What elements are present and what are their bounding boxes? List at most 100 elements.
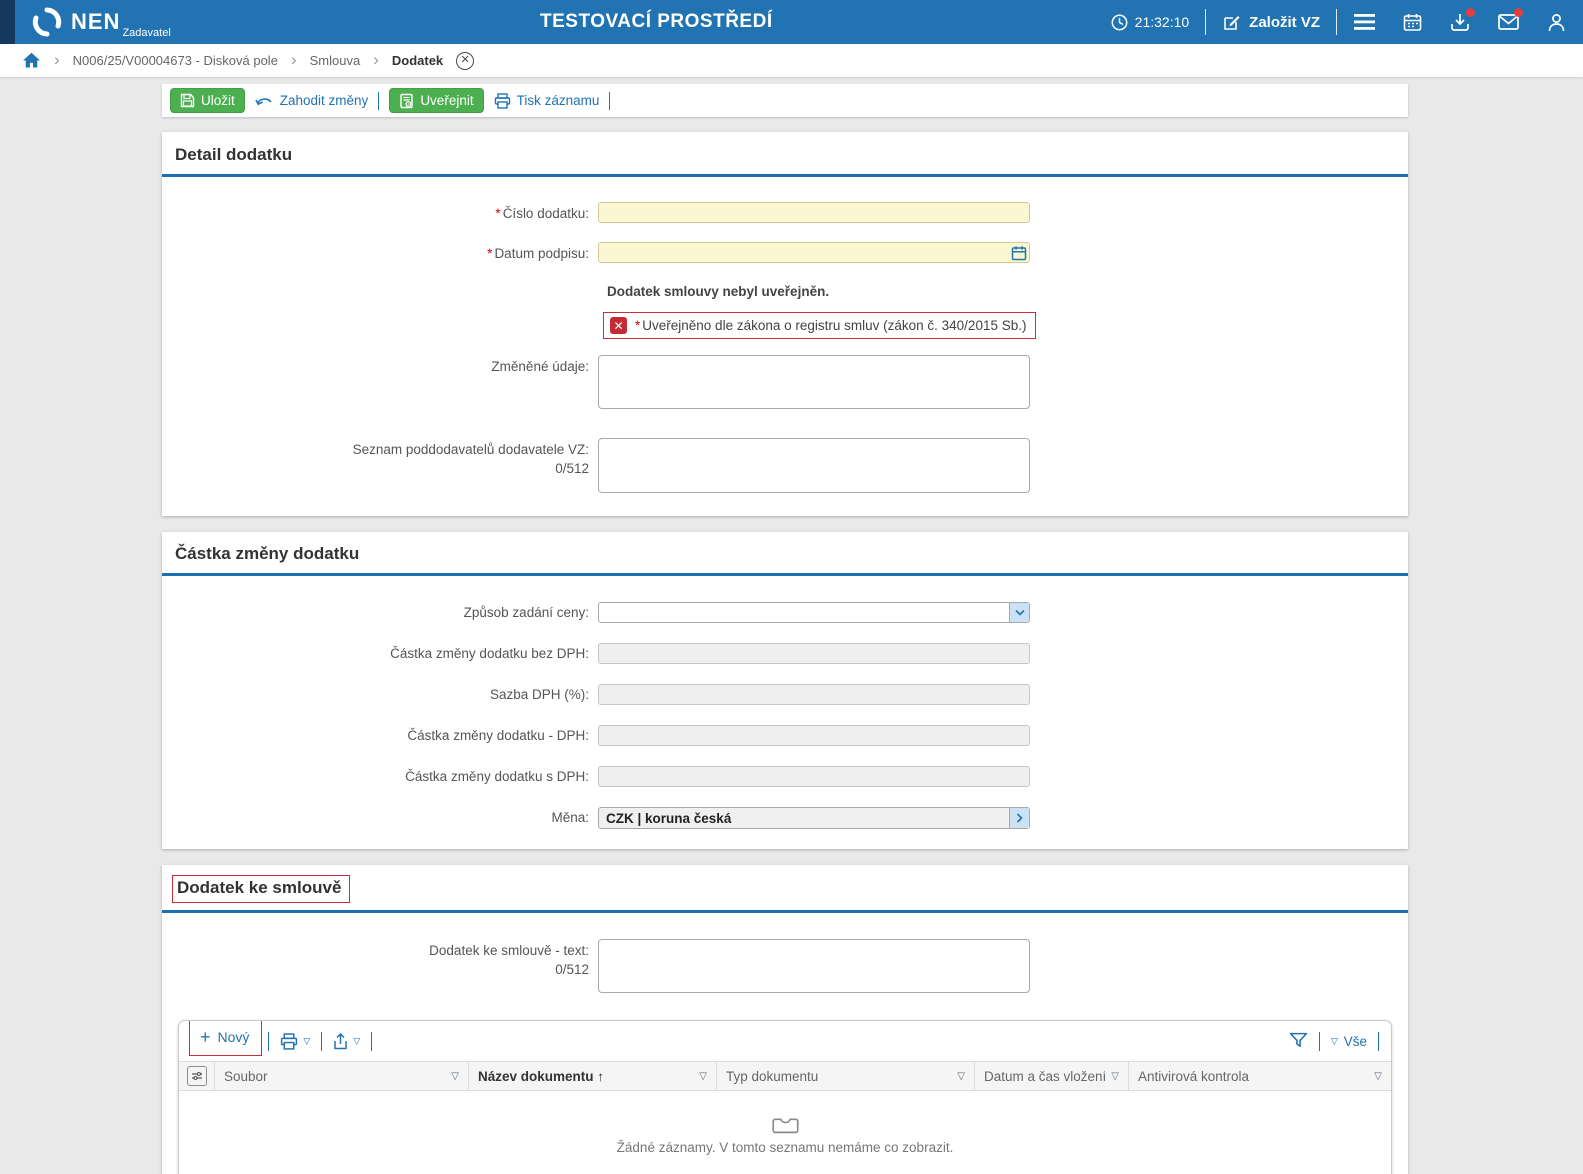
- datum-podpisu-input[interactable]: [598, 242, 1030, 263]
- empty-state: Žádné záznamy. V tomto seznamu nemáme co…: [179, 1091, 1391, 1174]
- error-text: *Uveřejněno dle zákona o registru smluv …: [635, 318, 1026, 333]
- mena-label: Měna:: [162, 809, 598, 827]
- toolbar-divider: [378, 92, 379, 110]
- dropdown-triangle-icon: ▽: [353, 1036, 360, 1047]
- logo-subtext: Zadavatel: [122, 27, 170, 39]
- column-header-typ-dokumentu[interactable]: Typ dokumentu ▽: [717, 1062, 975, 1090]
- dodatek-text-counter: 0/512: [162, 961, 589, 979]
- session-time: 21:32:10: [1135, 14, 1190, 30]
- column-settings-button[interactable]: [179, 1062, 215, 1090]
- toolbar-divider: [609, 92, 610, 110]
- toolbar-divider: [371, 1032, 372, 1051]
- publish-button[interactable]: Uveřejnit: [389, 88, 483, 113]
- logo-text: NEN: [71, 11, 120, 33]
- column-filter-icon[interactable]: ▽: [1111, 1071, 1119, 1082]
- environment-title: TESTOVACÍ PROSTŘEDÍ: [540, 11, 773, 33]
- dodatek-text-label: Dodatek ke smlouvě - text: 0/512: [162, 939, 598, 978]
- dodatek-ke-smlouve-panel: Dodatek ke smlouvě Dodatek ke smlouvě - …: [162, 865, 1408, 1174]
- table-header: Soubor ▽ Název dokumentu ↑ ▽ Typ dokumen…: [179, 1061, 1391, 1091]
- export-grid-button[interactable]: ▽: [333, 1033, 360, 1050]
- bez-dph-input: [598, 643, 1030, 664]
- column-header-soubor[interactable]: Soubor ▽: [215, 1062, 469, 1090]
- printer-icon: [494, 93, 511, 109]
- section-rule: [162, 573, 1408, 576]
- required-marker: *: [495, 206, 500, 221]
- detail-dodatku-panel: Detail dodatku *Číslo dodatku: *Datum po…: [162, 132, 1408, 516]
- mena-field[interactable]: CZK | koruna česká: [598, 807, 1030, 829]
- publish-label: Uveřejnit: [420, 93, 473, 108]
- publish-icon: [399, 93, 414, 109]
- page: NEN Zadavatel TESTOVACÍ PROSTŘEDÍ 21:32:…: [0, 0, 1583, 1174]
- attachment-section-title: Dodatek ke smlouvě: [177, 878, 341, 898]
- downloads-icon[interactable]: [1449, 11, 1471, 33]
- bez-dph-label: Částka změny dodatku bez DPH:: [162, 645, 598, 663]
- column-filter-icon[interactable]: ▽: [699, 1071, 707, 1082]
- column-header-nazev-dokumentu[interactable]: Název dokumentu ↑ ▽: [469, 1062, 717, 1090]
- toolbar-divider: [1319, 1032, 1320, 1051]
- breadcrumb: › N006/25/V00004673 - Disková pole › Sml…: [0, 44, 1583, 77]
- user-icon[interactable]: [1545, 11, 1567, 33]
- registry-validation-error: ✕ *Uveřejněno dle zákona o registru smlu…: [603, 312, 1036, 339]
- session-clock: 21:32:10: [1111, 14, 1190, 31]
- dropdown-triangle-icon: ▽: [303, 1036, 310, 1047]
- mail-icon[interactable]: [1497, 11, 1519, 33]
- nen-logo-icon: [31, 6, 63, 38]
- home-icon[interactable]: [22, 52, 41, 69]
- grid-toolbar: + Nový ▽: [179, 1021, 1391, 1061]
- cislo-dodatku-input[interactable]: [598, 202, 1030, 223]
- not-published-note: Dodatek smlouvy nebyl uveřejněn.: [607, 284, 1408, 299]
- create-vz-button[interactable]: Založit VZ: [1222, 13, 1320, 32]
- column-filter-icon[interactable]: ▽: [1374, 1071, 1382, 1082]
- export-icon: [333, 1033, 348, 1050]
- close-tab-icon[interactable]: ✕: [456, 52, 474, 70]
- filter-icon[interactable]: [1289, 1032, 1308, 1050]
- compose-icon: [1222, 13, 1241, 32]
- column-header-datum-vlozeni[interactable]: Datum a čas vložení ▽: [975, 1062, 1129, 1090]
- column-header-antivirova-kontrola[interactable]: Antivirová kontrola ▽: [1129, 1062, 1391, 1090]
- mena-value: CZK | koruna česká: [606, 811, 731, 826]
- new-document-label: Nový: [218, 1029, 250, 1045]
- undo-icon: [255, 94, 274, 108]
- calendar-icon[interactable]: [1401, 11, 1423, 33]
- amount-section-title: Částka změny dodatku: [162, 532, 1408, 573]
- discard-changes-button[interactable]: Zahodit změny: [255, 93, 369, 108]
- menu-icon[interactable]: [1353, 11, 1375, 33]
- sazba-dph-input: [598, 684, 1030, 705]
- breadcrumb-item-smlouva[interactable]: Smlouva: [310, 53, 361, 68]
- required-marker: *: [487, 246, 492, 261]
- create-vz-label: Založit VZ: [1249, 14, 1320, 31]
- printer-icon: [280, 1033, 298, 1050]
- breadcrumb-item-vz[interactable]: N006/25/V00004673 - Disková pole: [73, 53, 278, 68]
- seznam-poddodavatelu-textarea[interactable]: [598, 438, 1030, 493]
- new-document-button[interactable]: + Nový: [200, 1028, 249, 1046]
- zpusob-zadani-ceny-select[interactable]: [598, 602, 1030, 623]
- section-rule: [162, 174, 1408, 177]
- save-label: Uložit: [201, 93, 235, 108]
- header-divider: [1336, 9, 1337, 35]
- column-filter-icon[interactable]: ▽: [451, 1071, 459, 1082]
- zmenene-udaje-textarea[interactable]: [598, 355, 1030, 409]
- zmenene-udaje-label: Změněné údaje:: [162, 355, 598, 376]
- nen-logo[interactable]: NEN Zadavatel: [31, 6, 171, 38]
- downloads-badge: [1466, 8, 1475, 17]
- breadcrumb-separator: ›: [291, 51, 297, 68]
- column-settings-icon: [187, 1066, 207, 1086]
- chevron-down-icon[interactable]: [1009, 603, 1029, 622]
- toolbar-divider: [268, 1032, 269, 1051]
- plus-icon: +: [200, 1028, 211, 1046]
- date-picker-icon[interactable]: [1011, 245, 1027, 261]
- dodatek-text-textarea[interactable]: [598, 939, 1030, 993]
- seznam-poddodavatelu-label: Seznam poddodavatelů dodavatele VZ: 0/51…: [162, 438, 598, 477]
- empty-state-text: Žádné záznamy. V tomto seznamu nemáme co…: [617, 1140, 954, 1155]
- print-record-button[interactable]: Tisk záznamu: [494, 93, 600, 109]
- documents-grid: + Nový ▽: [178, 1020, 1392, 1174]
- chevron-right-icon[interactable]: [1009, 808, 1029, 828]
- header-divider: [1205, 9, 1206, 35]
- clock-icon: [1111, 14, 1128, 31]
- print-grid-button[interactable]: ▽: [280, 1033, 310, 1050]
- view-all-dropdown[interactable]: ▽ Vše: [1331, 1034, 1367, 1049]
- cislo-dodatku-label: *Číslo dodatku:: [162, 202, 598, 223]
- discard-changes-label: Zahodit změny: [280, 93, 369, 108]
- save-button[interactable]: Uložit: [170, 88, 245, 113]
- column-filter-icon[interactable]: ▽: [957, 1071, 965, 1082]
